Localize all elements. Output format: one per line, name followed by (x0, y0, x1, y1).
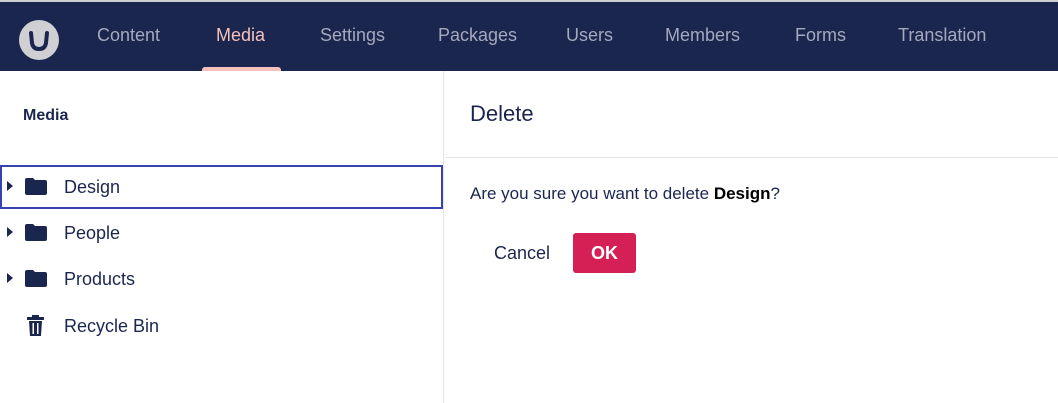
tree-item-label: People (64, 223, 121, 243)
tree-item-people[interactable]: People (0, 211, 443, 255)
cancel-button[interactable]: Cancel (480, 233, 564, 273)
nav-forms[interactable]: Forms (795, 25, 846, 46)
media-tree-panel: Media Design People Products Recycle Bin (0, 71, 444, 403)
tree-item-recycle-bin[interactable]: Recycle Bin (0, 304, 443, 348)
umbraco-logo-icon[interactable] (19, 20, 59, 60)
nav-packages[interactable]: Packages (438, 25, 517, 46)
tree-item-label: Design (64, 177, 121, 197)
confirm-message: Are you sure you want to delete Design? (470, 184, 780, 204)
delete-dialog-panel: Delete Are you sure you want to delete D… (445, 71, 1058, 403)
tree-item-label: Recycle Bin (64, 316, 160, 336)
dialog-header: Delete (445, 71, 1058, 158)
expand-caret-icon[interactable] (7, 273, 13, 283)
tree-item-design[interactable]: Design (0, 165, 443, 209)
confirm-suffix: ? (770, 184, 780, 203)
top-navigation-bar: Content Media Settings Packages Users Me… (0, 0, 1058, 72)
expand-caret-icon[interactable] (7, 181, 13, 191)
nav-members[interactable]: Members (665, 25, 740, 46)
tree-title: Media (23, 107, 69, 124)
tree-item-products[interactable]: Products (0, 257, 443, 301)
nav-users[interactable]: Users (566, 25, 613, 46)
nav-media[interactable]: Media (216, 25, 265, 46)
confirm-prefix: Are you sure you want to delete (470, 184, 714, 203)
nav-settings[interactable]: Settings (320, 25, 385, 46)
folder-icon (25, 224, 47, 246)
nav-content[interactable]: Content (97, 25, 160, 46)
tree-item-label: Products (64, 269, 136, 289)
dialog-title: Delete (470, 101, 534, 126)
folder-icon (25, 178, 47, 200)
trash-icon (27, 315, 44, 341)
ok-button[interactable]: OK (573, 233, 636, 273)
nav-translation[interactable]: Translation (898, 25, 986, 46)
expand-caret-icon[interactable] (7, 227, 13, 237)
folder-icon (25, 270, 47, 292)
confirm-item-name: Design (713, 184, 771, 203)
